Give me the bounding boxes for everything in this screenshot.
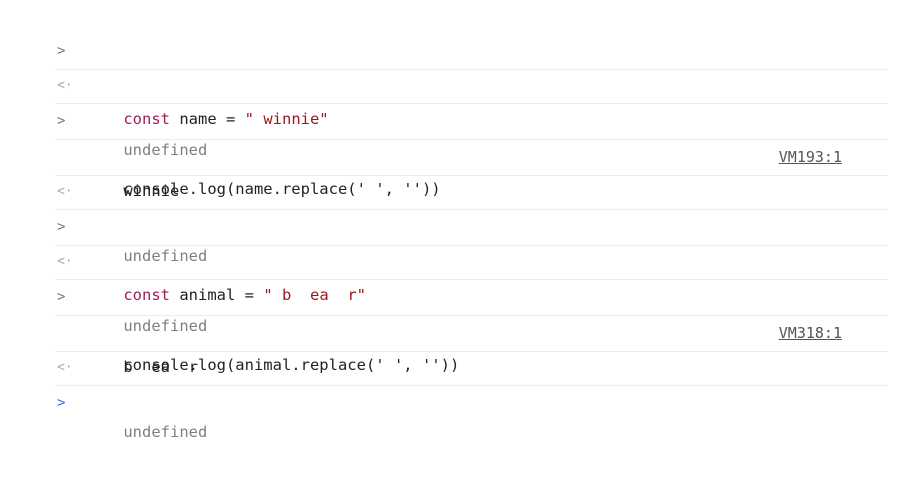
console-return-row: <· undefined [55,70,888,159]
return-arrow-icon: <· [57,254,73,269]
source-link[interactable]: VM318:1 [779,316,842,350]
console-input-row[interactable]: > console.log(name.replace(' ', '')) [55,104,888,198]
console-input-row[interactable]: > const animal = " b ea r" [55,210,888,304]
console-return-row: <· undefined [55,176,888,265]
return-arrow-icon: <· [57,360,73,375]
chevron-right-icon: > [57,289,66,305]
console-log-row: winnie VM193:1 [55,140,888,200]
console-return-row: <· undefined [55,352,888,441]
chevron-right-icon: > [57,219,66,235]
chevron-right-icon: > [57,43,66,59]
source-link[interactable]: VM193:1 [779,140,842,174]
chevron-right-icon: > [57,395,66,411]
console-prompt-input[interactable]: > [55,386,888,422]
return-arrow-icon: <· [57,78,73,93]
devtools-console: > const name = " winnie" <· undefined > … [55,34,888,441]
chevron-right-icon: > [57,113,66,129]
console-log-row: b ea r VM318:1 [55,316,888,376]
console-input-row[interactable]: > console.log(animal.replace(' ', '')) [55,280,888,374]
console-input-row[interactable]: > const name = " winnie" [55,34,888,128]
return-arrow-icon: <· [57,184,73,199]
return-value: undefined [123,423,208,441]
console-return-row: <· undefined [55,246,888,335]
